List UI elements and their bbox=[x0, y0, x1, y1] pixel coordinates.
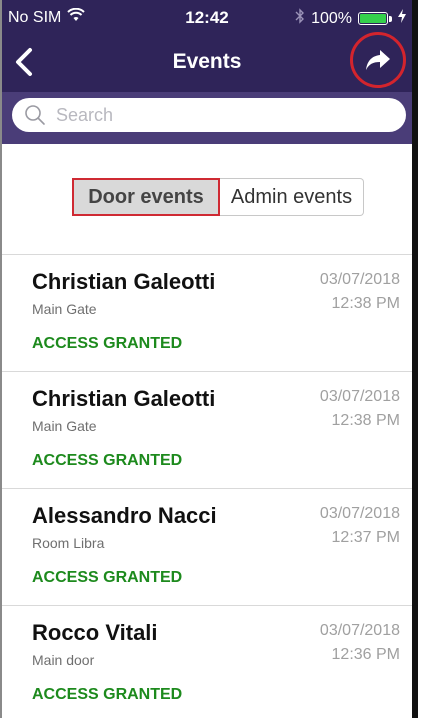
charging-icon bbox=[398, 9, 406, 28]
search-box[interactable] bbox=[12, 98, 406, 132]
search-input[interactable] bbox=[54, 103, 358, 127]
list-item[interactable]: Christian Galeotti Main Gate ACCESS GRAN… bbox=[2, 372, 412, 489]
search-icon bbox=[25, 105, 45, 125]
battery-percent: 100% bbox=[311, 9, 352, 27]
event-status: ACCESS GRANTED bbox=[32, 452, 183, 469]
share-arrow-icon bbox=[366, 50, 390, 70]
segmented-control: Door events Admin events bbox=[72, 178, 364, 216]
event-user-name: Rocco Vitali bbox=[32, 620, 158, 645]
status-right: 100% bbox=[295, 8, 406, 29]
list-item[interactable]: Christian Galeotti Main Gate ACCESS GRAN… bbox=[2, 255, 412, 372]
event-list: Christian Galeotti Main Gate ACCESS GRAN… bbox=[2, 255, 412, 718]
event-time: 12:38 PM bbox=[331, 295, 400, 312]
event-status: ACCESS GRANTED bbox=[32, 569, 183, 586]
event-date: 03/07/2018 bbox=[319, 505, 400, 522]
event-user-name: Alessandro Nacci bbox=[32, 503, 217, 528]
tab-area: Door events Admin events bbox=[2, 144, 412, 255]
bluetooth-icon bbox=[295, 8, 305, 29]
list-item[interactable]: Rocco Vitali Main door ACCESS GRANTED 03… bbox=[2, 606, 412, 718]
event-location: Main Gate bbox=[32, 418, 97, 434]
share-button[interactable] bbox=[350, 32, 406, 88]
event-user-name: Christian Galeotti bbox=[32, 386, 216, 411]
battery-tip bbox=[389, 15, 392, 22]
event-location: Room Libra bbox=[32, 535, 105, 551]
event-date: 03/07/2018 bbox=[319, 622, 400, 639]
event-time: 12:38 PM bbox=[331, 412, 400, 429]
event-date: 03/07/2018 bbox=[319, 271, 400, 288]
status-bar: No SIM 12:42 100% bbox=[2, 0, 412, 34]
event-location: Main Gate bbox=[32, 301, 97, 317]
event-status: ACCESS GRANTED bbox=[32, 335, 183, 352]
app-frame: No SIM 12:42 100% Events Search Door eve… bbox=[0, 0, 418, 718]
event-date: 03/07/2018 bbox=[319, 388, 400, 405]
battery-icon bbox=[358, 12, 388, 25]
list-item[interactable]: Alessandro Nacci Room Libra ACCESS GRANT… bbox=[2, 489, 412, 606]
event-status: ACCESS GRANTED bbox=[32, 686, 183, 703]
event-time: 12:36 PM bbox=[331, 646, 400, 663]
search-bar bbox=[2, 92, 412, 144]
tab-door-events[interactable]: Door events bbox=[72, 178, 220, 216]
battery-fill bbox=[360, 14, 386, 23]
event-location: Main door bbox=[32, 652, 95, 668]
event-time: 12:37 PM bbox=[331, 529, 400, 546]
nav-bar: Events bbox=[2, 32, 412, 92]
tab-admin-events[interactable]: Admin events bbox=[220, 178, 364, 216]
event-user-name: Christian Galeotti bbox=[32, 269, 216, 294]
